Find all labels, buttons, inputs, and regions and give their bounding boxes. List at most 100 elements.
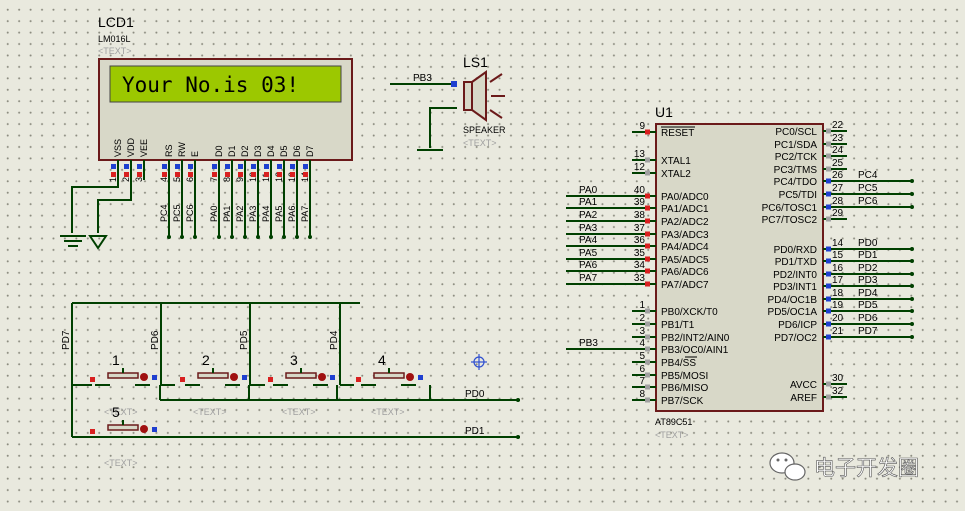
button-pin-marker [268, 377, 273, 382]
button-actuator [285, 372, 317, 379]
wire-junction [910, 272, 914, 276]
speaker-net-label: PB3 [413, 73, 432, 84]
lcd-pin-name: VEE [139, 139, 149, 157]
push-button[interactable]: 1 <TEXT> [90, 352, 157, 417]
mcu-pin-number: 2 [639, 313, 645, 324]
wire-junction [230, 235, 234, 239]
push-button[interactable]: 2 <TEXT> [180, 352, 247, 417]
lcd-pin-state-marker [124, 164, 129, 169]
mcu-net-label: PA3 [579, 223, 598, 234]
lcd-pin-name: D7 [305, 145, 315, 157]
speaker-ref: LS1 [463, 54, 488, 70]
mcu-pin-number: 24 [832, 145, 844, 156]
mcu-pin-number: 12 [634, 162, 646, 173]
mcu-net-label: PA5 [579, 248, 598, 259]
speaker-part: SPEAKER [463, 125, 506, 135]
mcu-pin-state-marker [826, 271, 831, 277]
mcu-pin-name: PD3/INT1 [773, 282, 817, 293]
mcu-component[interactable]: U1 AT89C51 <TEXT> 9RESET13XTAL112XTAL240… [566, 104, 914, 440]
lcd-pin-number: 1 [108, 177, 118, 182]
mcu-pin-state-marker [826, 258, 831, 264]
mcu-pin-name: PA5/ADC5 [661, 255, 709, 266]
wire-junction [516, 435, 520, 439]
lcd-net-label: PA6 [287, 206, 297, 222]
mcu-pin-number: 35 [634, 248, 646, 259]
mcu-pin-state-marker [826, 321, 831, 327]
lcd-pin-state-marker [251, 164, 256, 169]
lcd-pin-name: VDD [126, 137, 136, 157]
wire-junction [910, 205, 914, 209]
lcd-pin-number: 7 [209, 177, 219, 182]
mcu-pin-number: 19 [832, 300, 844, 311]
lcd-net-label: PA5 [274, 206, 284, 222]
mcu-pin-number: 6 [639, 364, 645, 375]
lcd-component[interactable]: LCD1 LM016L <TEXT> Your No.is 03! VSS 1 VD… [98, 14, 353, 182]
button-matrix: PD7 PD6 PD5 PD4PD0PD11<TEXT>2<TEXT>3<TEXT>4… [61, 302, 520, 468]
lcd-pin-number: 8 [222, 177, 232, 182]
button-ref: 5 [112, 404, 120, 420]
mcu-pin-state-marker [826, 216, 831, 222]
lcd-net-label: PC5 [172, 204, 182, 222]
mcu-pin-name: PD1/TXD [775, 257, 817, 268]
button-dot [140, 373, 148, 381]
mcu-net-label: PA4 [579, 235, 598, 246]
wire-junction [256, 235, 260, 239]
mcu-pin-state-marker [826, 296, 831, 302]
button-pin-marker [180, 377, 185, 382]
mcu-pin-name: PB2/INT2/AIN0 [661, 333, 730, 344]
lcd-pin-state-marker [175, 172, 180, 177]
mcu-net-label: PD4 [858, 288, 878, 299]
lcd-pin-state-marker [162, 172, 167, 177]
wire-junction [910, 284, 914, 288]
lcd-pin-name: VSS [113, 139, 123, 157]
mcu-net-label: PC6 [858, 196, 878, 207]
mcu-text-tag: <TEXT> [655, 430, 689, 440]
lcd-pin-state-marker [124, 172, 129, 177]
mcu-ref: U1 [655, 104, 673, 120]
lcd-pin-name: RS [164, 144, 174, 157]
mcu-pin-number: 36 [634, 235, 646, 246]
mcu-pin-state-marker [645, 281, 650, 287]
mcu-pin-name: PD4/OC1B [768, 295, 818, 306]
lcd-pin-name: RW [177, 142, 187, 157]
mcu-pin-state-marker [645, 243, 650, 249]
mcu-pin-state-marker [645, 218, 650, 224]
mcu-pin-number: 39 [634, 197, 646, 208]
lcd-pin-number: 3 [134, 177, 144, 182]
mcu-pin-state-marker [645, 321, 650, 327]
mcu-pin-state-marker [645, 205, 650, 211]
mcu-net-label: PD1 [858, 250, 878, 261]
mcu-pin-state-marker [645, 193, 650, 199]
lcd-ground-wiring [60, 172, 145, 250]
wire-junction [910, 179, 914, 183]
push-button[interactable]: 3 <TEXT> [268, 352, 335, 417]
lcd-pin-name: E [190, 151, 200, 157]
mcu-pin-state-marker [645, 157, 650, 163]
mcu-net-label: PC4 [858, 170, 878, 181]
mcu-pin-state-marker [645, 256, 650, 262]
lcd-pin-state-marker [277, 172, 282, 177]
button-dot [140, 425, 148, 433]
mcu-net-label: PD2 [858, 263, 878, 274]
mcu-net-label: PD5 [858, 300, 878, 311]
mcu-pin-state-marker [645, 397, 650, 403]
probe-crosshair-icon [471, 354, 487, 370]
button-ref: 1 [112, 352, 120, 368]
speaker-component[interactable]: LS1 PB3 SPEAKER <TEXT> [390, 54, 506, 151]
mcu-pin-state-marker [645, 170, 650, 176]
wire-junction [910, 335, 914, 339]
watermark-text: 电子开发圈 [814, 456, 919, 480]
lcd-ref: LCD1 [98, 14, 134, 30]
mcu-pin-number: 14 [832, 238, 844, 249]
lcd-pin-name: D2 [240, 145, 250, 157]
mcu-pin-state-marker [645, 231, 650, 237]
lcd-pin-state-marker [238, 164, 243, 169]
row-net-label: PD0 [465, 389, 485, 400]
lcd-pin-state-marker [137, 172, 142, 177]
lcd-text-tag: <TEXT> [98, 46, 132, 56]
push-button[interactable]: 4 <TEXT> [356, 352, 423, 417]
mcu-net-label: PA0 [579, 185, 598, 196]
mcu-pin-name: PD7/OC2 [774, 333, 817, 344]
mcu-pin-number: 40 [634, 185, 646, 196]
mcu-pin-state-marker [645, 308, 650, 314]
